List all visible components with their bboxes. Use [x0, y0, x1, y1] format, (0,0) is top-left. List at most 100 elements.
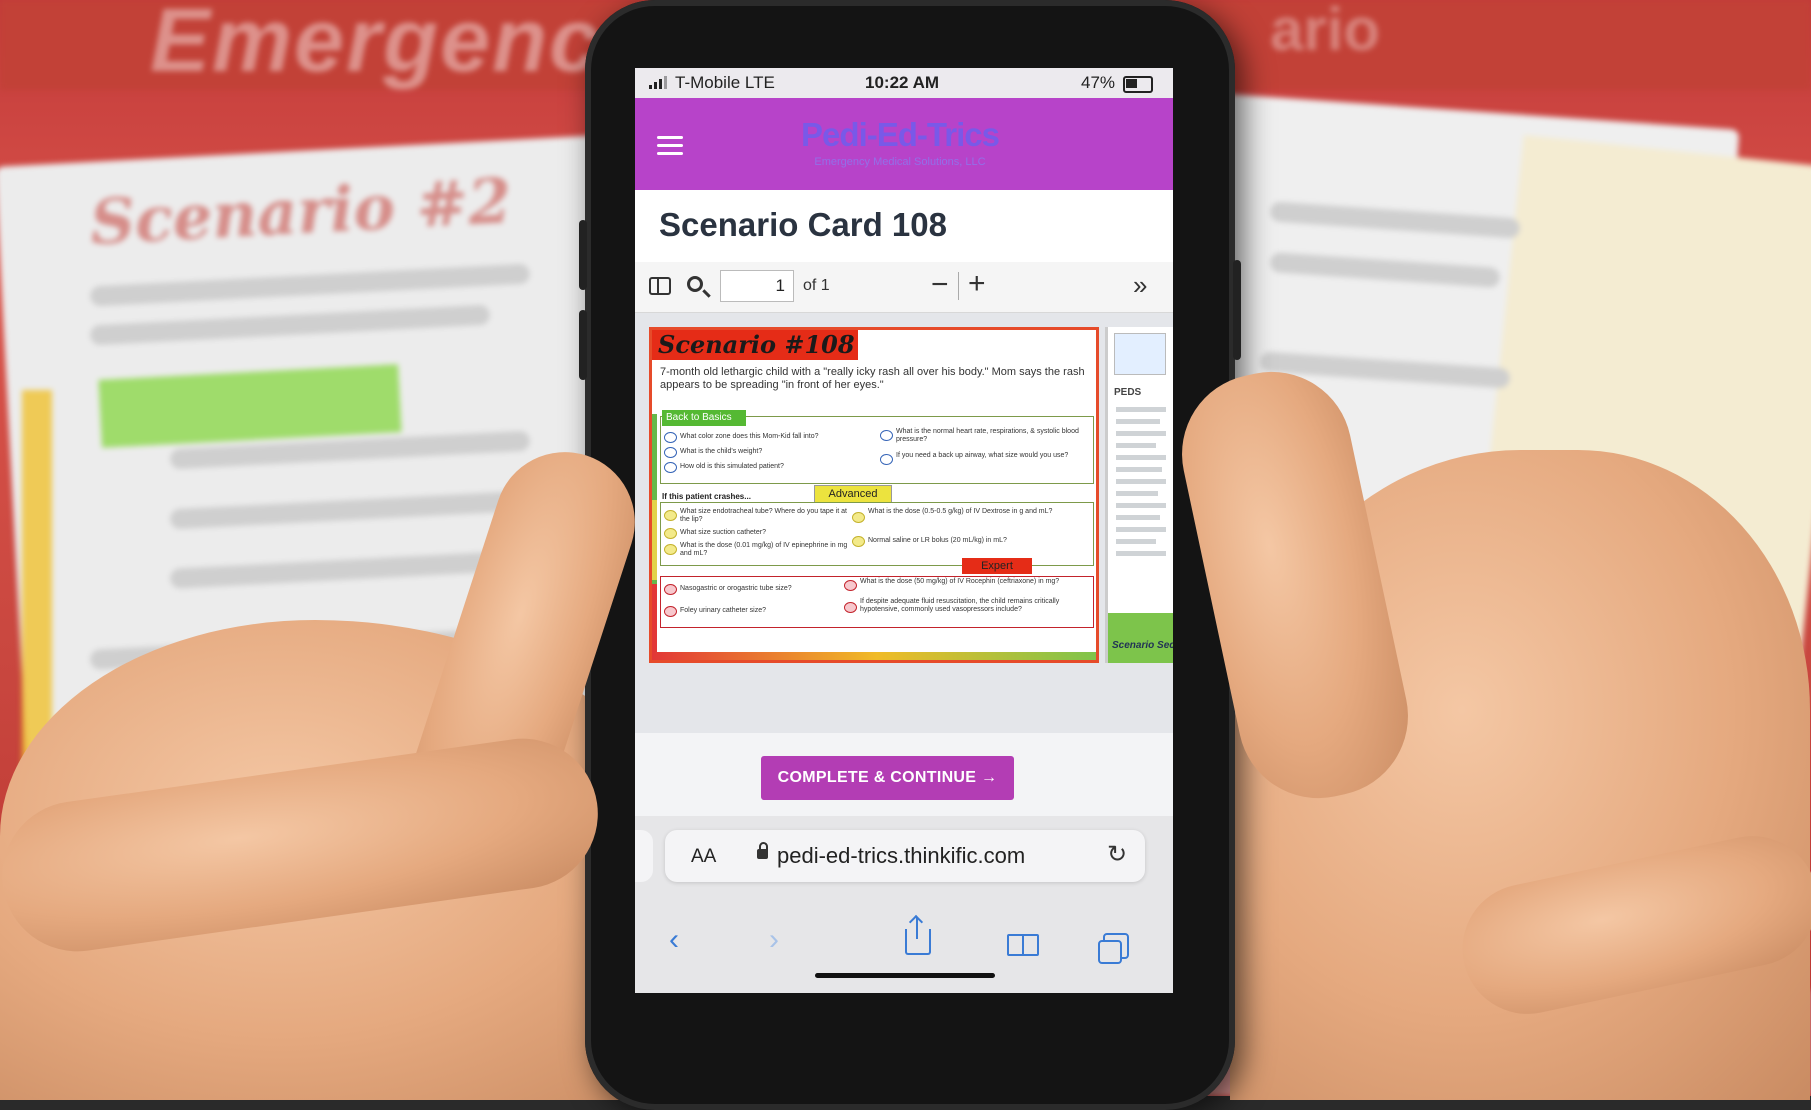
preview-green-label: Scenario Sec	[1112, 640, 1173, 651]
preview-line	[1116, 491, 1158, 496]
address-field[interactable]: AA pedi-ed-trics.thinkific.com ↻	[665, 830, 1145, 882]
power-button	[1233, 260, 1241, 360]
site-header: Pedi-Ed-Trics Emergency Medical Solution…	[635, 98, 1173, 190]
browser-toolbar: ‹ ›	[635, 911, 1173, 993]
preview-label: PEDS	[1114, 387, 1142, 398]
question-marker	[852, 512, 865, 523]
brand-logo[interactable]: Pedi-Ed-Trics	[785, 116, 1015, 154]
tabs-icon[interactable]	[1098, 933, 1129, 964]
page-total-label: of 1	[803, 277, 830, 294]
expert-tag: Expert	[962, 558, 1032, 574]
question-text: How old is this simulated patient?	[680, 463, 784, 470]
status-carrier: T-Mobile LTE	[675, 73, 775, 92]
status-bar: T-Mobile LTE 10:22 AM 47%	[635, 68, 1173, 98]
brand-tagline: Emergency Medical Solutions, LLC	[814, 156, 986, 168]
back-icon[interactable]: ‹	[669, 923, 679, 957]
volume-button	[579, 310, 587, 380]
scenario-card-page: Scenario #108 7-month old lethargic chil…	[649, 327, 1099, 663]
battery-icon	[1123, 76, 1153, 93]
smartphone: T-Mobile LTE 10:22 AM 47% Pedi-Ed-Trics …	[579, 0, 1241, 1110]
status-battery-percent: 47%	[1081, 73, 1116, 92]
question-marker	[880, 454, 893, 465]
question-text: Foley urinary catheter size?	[680, 607, 766, 614]
reload-icon[interactable]: ↻	[1107, 840, 1127, 869]
preview-green-band	[1108, 613, 1173, 663]
page-number-input[interactable]: 1	[720, 270, 794, 302]
previous-tab-pill[interactable]	[635, 830, 653, 882]
zone-color-strip	[652, 652, 1096, 660]
signal-icon	[649, 75, 669, 89]
background-banner-text-right: ario	[1270, 0, 1381, 63]
home-indicator	[815, 973, 995, 978]
next-page-preview: PEDS Scenario Sec	[1105, 327, 1173, 663]
zoom-divider	[958, 272, 959, 300]
volume-button	[579, 220, 587, 290]
preview-line	[1116, 551, 1166, 556]
question-marker	[664, 510, 677, 521]
search-icon[interactable]	[687, 276, 703, 292]
question-text: What is the child's weight?	[680, 448, 763, 455]
question-marker	[844, 602, 857, 613]
question-marker	[852, 536, 865, 547]
page-title: Scenario Card 108	[659, 206, 947, 243]
preview-line	[1116, 455, 1166, 460]
preview-line	[1116, 443, 1156, 448]
preview-line	[1116, 467, 1162, 472]
reader-settings-button[interactable]: AA	[691, 846, 716, 868]
preview-line	[1116, 503, 1166, 508]
pdf-viewer[interactable]: Scenario #108 7-month old lethargic chil…	[635, 313, 1173, 733]
url-text[interactable]: pedi-ed-trics.thinkific.com	[777, 843, 1025, 869]
more-tools-icon[interactable]: »	[1133, 270, 1147, 301]
background-banner-text: Emergenc	[150, 0, 602, 91]
status-time: 10:22 AM	[865, 73, 940, 92]
question-text: If you need a back up airway, what size …	[896, 452, 1069, 459]
question-text: Normal saline or LR bolus (20 mL/kg) in …	[868, 537, 1007, 544]
sidebar-toggle-icon[interactable]	[649, 277, 671, 295]
question-marker	[664, 584, 677, 595]
question-text: What color zone does this Mom-Kid fall i…	[680, 433, 819, 440]
basics-tag: Back to Basics	[662, 410, 746, 426]
question-text: What is the dose (0.01 mg/kg) of IV epin…	[680, 542, 848, 557]
pdf-toolbar: 1 of 1 − + »	[635, 262, 1173, 313]
scenario-title: Scenario #108	[652, 330, 858, 360]
browser-address-bar: AA pedi-ed-trics.thinkific.com ↻	[635, 816, 1173, 911]
advanced-tag: Advanced	[814, 485, 892, 503]
crash-heading: If this patient crashes...	[662, 492, 751, 501]
question-text: What size endotracheal tube? Where do yo…	[680, 508, 847, 523]
question-marker	[664, 606, 677, 617]
question-marker	[844, 580, 857, 591]
question-marker	[880, 430, 893, 441]
question-text: What size suction catheter?	[680, 529, 766, 536]
preview-line	[1116, 431, 1166, 436]
zoom-in-button[interactable]: +	[968, 267, 986, 301]
preview-line	[1116, 407, 1166, 412]
question-marker	[664, 462, 677, 473]
preview-line	[1116, 479, 1166, 484]
question-text: What is the dose (0.5-0.5 g/kg) of IV De…	[868, 508, 1053, 515]
question-marker	[664, 544, 677, 555]
preview-line	[1116, 419, 1160, 424]
page-title-bar: Scenario Card 108	[635, 190, 1173, 263]
zone-strip-yellow	[652, 500, 657, 580]
question-text: If despite adequate fluid resuscitation,…	[860, 598, 1060, 613]
hamburger-menu-icon[interactable]	[657, 136, 683, 156]
preview-image	[1114, 333, 1166, 375]
zone-strip-red	[652, 584, 657, 660]
preview-line	[1116, 539, 1156, 544]
question-marker	[664, 528, 677, 539]
scenario-description: 7-month old lethargic child with a "real…	[660, 366, 1085, 391]
forward-icon[interactable]: ›	[769, 923, 779, 957]
question-marker	[664, 432, 677, 443]
zoom-out-button[interactable]: −	[931, 268, 949, 302]
question-text: Nasogastric or orogastric tube size?	[680, 585, 792, 592]
question-marker	[664, 447, 677, 458]
bookmarks-icon[interactable]	[1007, 934, 1039, 956]
phone-screen: T-Mobile LTE 10:22 AM 47% Pedi-Ed-Trics …	[635, 68, 1173, 993]
question-text: What is the normal heart rate, respirati…	[896, 428, 1079, 443]
lock-icon	[757, 842, 768, 859]
complete-continue-button[interactable]: COMPLETE & CONTINUE →	[761, 756, 1014, 800]
question-text: What is the dose (50 mg/kg) of IV Roceph…	[860, 578, 1060, 585]
share-icon[interactable]	[905, 917, 931, 955]
preview-line	[1116, 527, 1166, 532]
preview-line	[1116, 515, 1160, 520]
